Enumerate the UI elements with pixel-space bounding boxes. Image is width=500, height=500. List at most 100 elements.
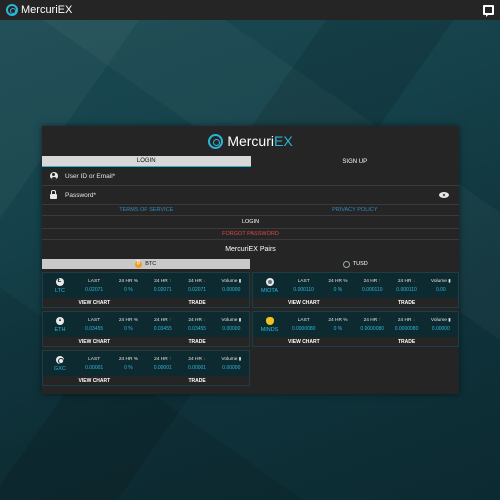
last-value: 0.02071 [85,286,104,293]
view-chart-button[interactable]: VIEW CHART [253,298,356,307]
coin-ltc: LTC [43,273,77,298]
change-header: 24 HR % [118,356,139,362]
forgot-password-link[interactable]: FORGOT PASSWORD [42,229,459,240]
high-label: 24 HR [154,278,168,284]
volume-header: Volume ▮ [221,278,241,284]
volume-header: Volume ▮ [431,317,451,323]
coin-eth: ETH [43,312,77,337]
chat-icon[interactable] [483,5,494,17]
low-label: 24 HR [188,278,202,284]
change-header: 24 HR % [118,278,139,284]
pair-card-ltc: LTC LAST 0.02071 24 HR % 0 % 24 HR ↑ 0.0207… [42,272,250,308]
login-panel: MercuriEX LOGIN SIGN UP TERMS OF SERVICE… [42,126,459,394]
last-value: 0.00001 [85,364,104,371]
tab-sign-up[interactable]: SIGN UP [250,156,459,167]
coin-symbol: MINDS [260,326,279,333]
pair-card-gxc: GXC LAST 0.00001 24 HR % 0 % 24 HR ↑ 0.0000… [42,350,250,386]
view-chart-button[interactable]: VIEW CHART [253,337,356,346]
base-label: BTC [145,261,157,267]
change-header: 24 HR % [328,317,348,323]
view-chart-button[interactable]: VIEW CHART [43,337,146,346]
panel-logo: MercuriEX [42,126,459,156]
low-header: 24 HR ↓ [188,279,205,284]
pairs-title: MercuriEX Pairs [225,246,276,253]
change-header: 24 HR % [328,278,348,284]
low-value: 0.0000080 [394,325,419,332]
coin-symbol: MIOTA [260,287,278,294]
arrow-up-icon: ↑ [378,278,381,284]
trade-button[interactable]: TRADE [146,337,249,346]
last-value: 0.03455 [85,325,104,332]
brand[interactable]: MercuriEX [6,4,72,16]
low-label: 24 HR [188,356,202,362]
arrow-up-icon: ↑ [378,317,381,323]
arrow-down-icon: ↓ [203,317,206,323]
volume-value: 0.00000 [222,326,241,332]
login-button[interactable]: LOGIN [42,216,459,229]
litecoin-icon [56,277,64,286]
trade-button[interactable]: TRADE [355,298,458,307]
trade-button[interactable]: TRADE [146,376,249,385]
btc-column: BTC LTC LAST 0.02071 24 HR % 0 % 24 HR ↑ 0.… [42,259,250,386]
arrow-down-icon: ↓ [412,317,416,323]
volume-label: Volume [221,279,238,284]
privacy-policy-link[interactable]: PRIVACY POLICY [251,207,460,213]
trade-button[interactable]: TRADE [355,337,458,346]
pairs-columns: BTC LTC LAST 0.02071 24 HR % 0 % 24 HR ↑ 0.… [42,259,459,386]
last-header: LAST [297,278,310,284]
password-input[interactable] [65,191,405,199]
view-chart-button[interactable]: VIEW CHART [43,298,146,307]
brand-prefix: Mercuri [227,133,274,149]
change-header: 24 HR % [118,317,139,323]
volume-header: Volume ▮ [221,356,241,362]
low-value: 0.03455 [188,325,207,332]
arrow-up-icon: ↑ [169,317,172,323]
trade-button[interactable]: TRADE [146,298,249,307]
last-value: 0.000110 [293,286,314,293]
brand-name: MercuriEX [21,4,73,16]
tab-btc[interactable]: BTC [42,259,250,269]
volume-label: Volume [221,357,238,362]
view-chart-button[interactable]: VIEW CHART [43,376,146,385]
high-header: 24 HR ↑ [364,279,381,284]
volume-label: Volume [221,318,238,323]
change-value: 0 % [124,364,133,371]
last-header: LAST [88,356,101,362]
bar-chart-icon: ▮ [448,278,451,283]
coin-symbol: LTC [55,287,65,294]
high-value: 0.00001 [153,364,172,371]
arrow-up-icon: ↑ [169,278,172,284]
pair-card-eth: ETH LAST 0.03455 24 HR % 0 % 24 HR ↑ 0.0345… [42,311,250,347]
top-bar: MercuriEX [0,0,500,20]
show-password-eye-icon[interactable] [439,192,449,198]
coin-symbol: ETH [54,326,66,333]
user-icon [49,172,58,181]
iota-icon [265,277,274,286]
tab-login[interactable]: LOGIN [42,156,251,167]
high-label: 24 HR [363,278,378,284]
user-id-input[interactable] [65,172,405,180]
volume-header: Volume ▮ [221,317,241,323]
last-header: LAST [88,278,101,284]
lock-icon [49,190,58,200]
low-header: 24 HR ↓ [398,279,415,284]
change-value: 0 % [333,325,343,332]
bar-chart-icon: ▮ [238,278,242,283]
high-header: 24 HR ↑ [154,279,171,284]
arrow-down-icon: ↓ [203,278,206,284]
terms-of-service-link[interactable]: TERMS OF SERVICE [42,207,251,213]
password-field-row [42,186,459,205]
mercuriex-logo-icon [208,133,224,149]
tab-tusd[interactable]: TUSD [251,259,459,269]
pair-card-minds: MINDS LAST 0.0000080 24 HR % 0 % 24 HR ↑ 0.… [251,311,459,347]
high-value: 0.0000080 [360,325,385,332]
change-value: 0 % [124,286,133,293]
base-label: TUSD [352,261,368,267]
low-value: 0.00001 [188,364,207,371]
arrow-down-icon: ↓ [203,356,206,362]
high-label: 24 HR [363,317,378,323]
coin-symbol: GXC [54,365,66,372]
low-label: 24 HR [397,317,412,323]
volume-value: 0.00000 [222,365,241,371]
coin-minds: MINDS [253,312,287,337]
